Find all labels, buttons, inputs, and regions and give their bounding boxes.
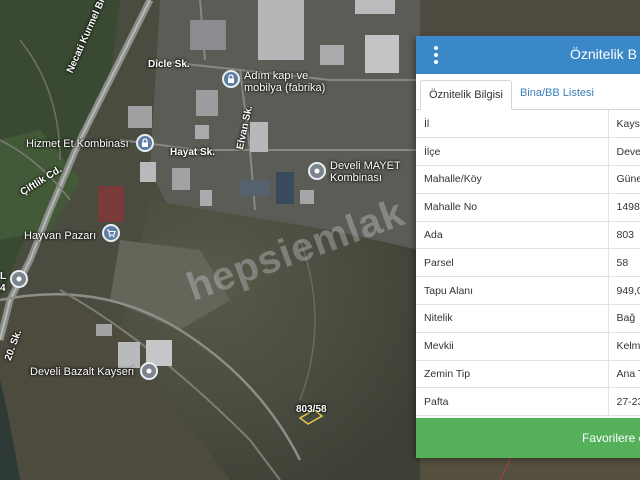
row-key: Nitelik bbox=[416, 304, 608, 333]
row-key: Pafta bbox=[416, 387, 608, 417]
row-value: Güne bbox=[607, 165, 640, 194]
row-key: Mahalle No bbox=[416, 193, 608, 222]
table-row: MevkiiKelma bbox=[416, 332, 640, 361]
row-value: Ana T bbox=[607, 360, 640, 389]
table-row: Pafta27-23 bbox=[416, 387, 640, 417]
poi-label-develi-bazalt: Develi Bazalt Kayseri bbox=[30, 366, 134, 378]
row-value: 27-23 bbox=[607, 387, 640, 417]
poi-pin-develi-bazalt[interactable] bbox=[140, 362, 158, 380]
row-value: 949,0 bbox=[607, 276, 640, 306]
table-row: Nitelik Bağ bbox=[416, 304, 640, 333]
location-pin-icon bbox=[16, 276, 22, 282]
row-key: Ada bbox=[416, 221, 608, 250]
attribute-table: İlKayse İlçeDevel Mahalle/KöyGüne Mahall… bbox=[416, 110, 640, 417]
row-value: Kelma bbox=[607, 332, 640, 361]
row-value: 14989 bbox=[607, 193, 640, 222]
add-to-favorites-button[interactable]: Favorilere e bbox=[416, 418, 640, 458]
cart-pin-icon bbox=[107, 229, 116, 238]
poi-label-develi-mayet-1: Develi MAYET bbox=[330, 160, 401, 172]
poi-pin-hizmet-et[interactable] bbox=[136, 134, 154, 152]
poi-label-adim-kapi-1: Adım kapı ve bbox=[244, 70, 309, 82]
row-value: Kayse bbox=[607, 110, 640, 139]
row-key: İl bbox=[416, 110, 608, 139]
table-row: Mahalle/Köy Güne bbox=[416, 165, 640, 194]
tab-building-list[interactable]: Bina/BB Listesi bbox=[512, 79, 602, 109]
more-vertical-icon[interactable] bbox=[430, 46, 442, 64]
table-row: Parsel 58 bbox=[416, 248, 640, 278]
row-key: İlçe bbox=[416, 137, 608, 167]
poi-label-hayvan-pazari: Hayvan Pazarı bbox=[24, 230, 97, 242]
row-value: Bağ bbox=[607, 304, 640, 333]
row-value: 58 bbox=[607, 248, 640, 278]
tab-attribute-info[interactable]: Öznitelik Bilgisi bbox=[420, 80, 512, 110]
row-key: Mevkii bbox=[416, 332, 608, 361]
table-row: Ada 803 bbox=[416, 221, 640, 250]
street-label-hayat: Hayat Sk. bbox=[170, 147, 216, 158]
lock-pin-icon bbox=[142, 138, 148, 147]
poi-pin-edge-left[interactable] bbox=[10, 270, 28, 288]
location-pin-icon bbox=[146, 368, 152, 374]
table-row: Mahalle No14989 bbox=[416, 193, 640, 222]
panel-title: Öznitelik B bbox=[570, 46, 637, 62]
poi-pin-hayvan-pazari[interactable] bbox=[102, 224, 120, 242]
row-value: 803 bbox=[607, 221, 640, 250]
street-label-dicle: Dicle Sk. bbox=[148, 59, 190, 70]
row-key: Parsel bbox=[416, 248, 608, 278]
parcel-label[interactable]: 803/58 bbox=[296, 404, 327, 415]
street-label-edge-2: 4 bbox=[0, 283, 6, 294]
panel-tabs: Öznitelik Bilgisi Bina/BB Listesi bbox=[416, 74, 640, 110]
row-key: Mahalle/Köy bbox=[416, 165, 608, 194]
table-row: İlçeDevel bbox=[416, 137, 640, 167]
location-pin-icon bbox=[314, 168, 320, 174]
poi-label-adim-kapi-2: mobilya (fabrika) bbox=[244, 82, 326, 94]
poi-label-develi-mayet-2: Kombinası bbox=[330, 172, 382, 184]
poi-pin-adim-kapi[interactable] bbox=[222, 70, 240, 88]
table-row: İlKayse bbox=[416, 110, 640, 139]
panel-header: Öznitelik B bbox=[416, 36, 640, 74]
table-row: Tapu Alanı949,0 bbox=[416, 276, 640, 306]
map-application: hepsiemlak Necati Kurmel Blv. Dicle Sk. … bbox=[0, 0, 640, 480]
row-key: Tapu Alanı bbox=[416, 276, 608, 306]
poi-pin-develi-mayet[interactable] bbox=[308, 162, 326, 180]
row-value: Devel bbox=[607, 137, 640, 167]
lock-pin-icon bbox=[228, 74, 234, 83]
attribute-panel: Öznitelik B Öznitelik Bilgisi Bina/BB Li… bbox=[416, 36, 640, 458]
row-key: Zemin Tip bbox=[416, 360, 608, 389]
table-row: Zemin TipAna T bbox=[416, 360, 640, 389]
poi-label-hizmet-et: Hizmet Et Kombinası bbox=[26, 138, 129, 150]
